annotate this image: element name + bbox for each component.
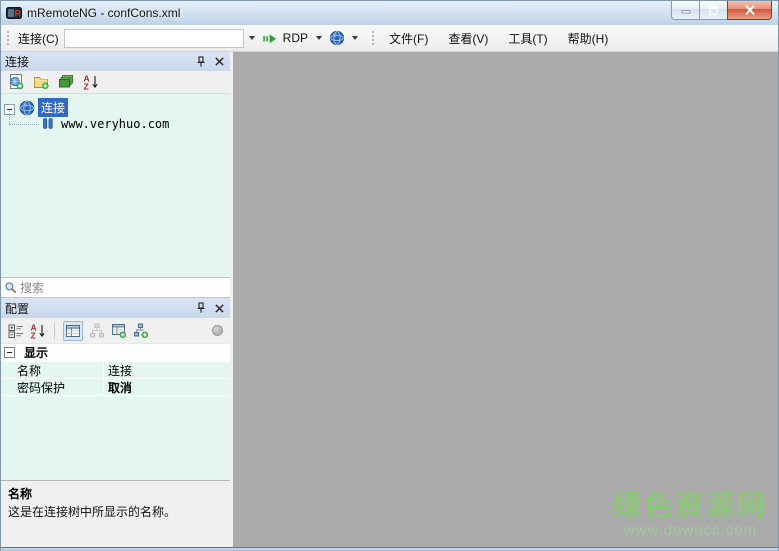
app-icon: R [6, 5, 22, 21]
connections-panel-title: 连接 [5, 55, 30, 69]
minimize-button[interactable] [671, 1, 700, 20]
main-toolbar: 连接(C) RDP 文件(F) 查看(V) 工具(T) 帮助(H) [1, 25, 778, 52]
tree-node-root-label[interactable]: 连接 [38, 98, 69, 117]
property-row-password[interactable]: 密码保护 取消 [1, 379, 230, 396]
property-grid: 显示 名称 连接 密码保护 取消 [1, 343, 230, 480]
close-button[interactable] [727, 1, 772, 20]
tree-line-vertical [9, 111, 10, 124]
quick-connect-icon[interactable] [262, 30, 278, 46]
menu-view[interactable]: 查看(V) [438, 25, 498, 52]
row-indent [1, 379, 17, 395]
property-description: 名称 这是在连接树中所显示的名称。 [1, 480, 230, 547]
window-controls [671, 1, 772, 20]
quick-connect-input[interactable] [63, 28, 244, 48]
config-panel-header: 配置 [1, 298, 230, 318]
property-row-name[interactable]: 名称 连接 [1, 362, 230, 379]
connections-panel-header: 连接 [1, 52, 230, 71]
globe-icon[interactable] [329, 30, 345, 46]
globe-dropdown-arrow[interactable] [352, 36, 359, 40]
search-icon [4, 281, 17, 294]
close-icon [745, 5, 754, 15]
tree-line-horizontal [9, 124, 39, 125]
properties-view-button[interactable] [63, 320, 83, 341]
menu-tools[interactable]: 工具(T) [498, 25, 557, 52]
property-value[interactable]: 取消 [103, 379, 230, 395]
menu-file[interactable]: 文件(F) [379, 25, 438, 52]
pin-icon[interactable] [194, 55, 208, 69]
watermark-url: www.downcc.com [623, 522, 758, 539]
quick-connect-dropdown-arrow[interactable] [248, 36, 255, 40]
content-area: 连接 AZ 连接 www.veryhuo.com 搜索 配置 A Z 显示 名称… [1, 52, 778, 547]
connection-node-icon [41, 116, 55, 131]
search-input[interactable] [20, 280, 227, 295]
property-label: 密码保护 [17, 380, 66, 395]
left-dock-panel: 连接 AZ 连接 www.veryhuo.com 搜索 配置 A Z 显示 名称… [1, 52, 230, 547]
quick-connect-label: 连接(C) [18, 31, 59, 46]
property-description-title: 名称 [8, 487, 33, 501]
property-category-row[interactable]: 显示 [1, 344, 230, 362]
protocol-dropdown-arrow[interactable] [316, 36, 323, 40]
sort-az-icon[interactable]: AZ [30, 322, 46, 340]
close-panel-icon[interactable] [212, 301, 226, 315]
title-bar: R mRemoteNG - confCons.xml [1, 0, 778, 25]
inheritance-icon[interactable] [89, 323, 105, 339]
status-ball-icon [212, 325, 223, 336]
protocol-selector[interactable]: RDP [283, 31, 308, 45]
menubar-grip[interactable] [371, 29, 377, 47]
connections-tree: 连接 www.veryhuo.com [1, 93, 230, 277]
root-globe-icon [19, 100, 35, 116]
new-folder-icon[interactable] [33, 74, 49, 90]
svg-text:Z: Z [31, 330, 36, 339]
tree-row-root[interactable]: 连接 [4, 98, 69, 117]
maximize-button[interactable] [700, 1, 727, 20]
watermark: 绿色资源网 www.downcc.com [612, 490, 768, 539]
svg-text:Z: Z [84, 82, 89, 91]
watermark-title: 绿色资源网 [612, 490, 768, 522]
config-toolbar: AZ [1, 318, 230, 343]
property-label: 名称 [17, 363, 42, 378]
svg-text:R: R [15, 9, 22, 19]
tree-node-child-label[interactable]: www.veryhuo.com [61, 117, 169, 131]
minimize-icon [681, 10, 690, 14]
search-box[interactable] [1, 277, 230, 298]
config-panel-title: 配置 [5, 301, 30, 316]
inheritance-add-icon[interactable] [133, 323, 149, 339]
property-value[interactable]: 连接 [103, 362, 230, 378]
toolbar-separator [54, 322, 55, 339]
new-connection-icon[interactable] [8, 74, 24, 90]
property-category-label: 显示 [24, 346, 49, 360]
sort-az-icon[interactable]: AZ [83, 74, 99, 92]
tree-row-child[interactable]: www.veryhuo.com [41, 116, 169, 131]
maximize-icon [709, 5, 718, 15]
property-description-text: 这是在连接树中所显示的名称。 [8, 505, 177, 519]
pin-icon[interactable] [194, 301, 208, 315]
duplicate-connection-icon[interactable] [58, 74, 74, 90]
properties-icon [65, 323, 81, 339]
window-title: mRemoteNG - confCons.xml [27, 6, 181, 20]
row-indent [1, 362, 17, 378]
connections-toolbar: AZ [1, 71, 230, 93]
categorized-view-icon[interactable] [8, 323, 24, 339]
category-collapse-icon[interactable] [4, 347, 15, 358]
app-window: R mRemoteNG - confCons.xml 连接(C) RDP 文件(… [0, 0, 779, 551]
toolbar-grip[interactable] [6, 29, 11, 47]
menu-help[interactable]: 帮助(H) [558, 25, 619, 52]
properties-add-icon[interactable] [111, 323, 127, 339]
main-canvas: 绿色资源网 www.downcc.com [233, 52, 778, 547]
close-panel-icon[interactable] [212, 55, 226, 69]
